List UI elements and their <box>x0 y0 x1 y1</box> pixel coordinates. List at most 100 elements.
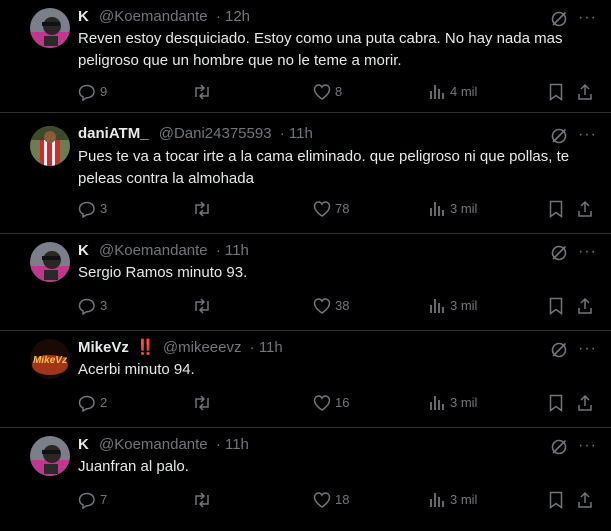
avatar[interactable]: MikeVz <box>30 339 70 379</box>
reply-button[interactable]: 7 <box>78 490 107 510</box>
view-count: 4 mil <box>450 84 478 99</box>
bookmark-button[interactable] <box>548 82 564 102</box>
user-handle[interactable]: @Dani24375593 <box>159 125 272 142</box>
bookmark-button[interactable] <box>548 296 564 316</box>
grok-icon[interactable] <box>550 438 568 456</box>
view-count: 3 mil <box>450 492 478 507</box>
like-icon <box>313 395 331 411</box>
reply-icon <box>78 298 95 315</box>
user-handle[interactable]: @Koemandante <box>99 242 208 259</box>
reply-button[interactable]: 9 <box>78 82 107 102</box>
badge-emoji: ‼️ <box>136 339 155 356</box>
avatar[interactable] <box>30 436 70 476</box>
tweet-4[interactable]: MikeVz MikeVz ‼️ @mikeeevz · 11h ··· Ace… <box>0 331 611 427</box>
like-count: 16 <box>335 395 350 410</box>
reply-button[interactable]: 3 <box>78 199 107 219</box>
views-button[interactable]: 4 mil <box>428 82 477 102</box>
grok-icon[interactable] <box>550 244 568 262</box>
like-button[interactable]: 78 <box>313 199 349 219</box>
views-button[interactable]: 3 mil <box>428 490 477 510</box>
user-handle[interactable]: @Koemandante <box>99 436 208 453</box>
timestamp[interactable]: · 11h <box>216 436 249 453</box>
tweet-text: Juanfran al palo. <box>78 458 189 475</box>
tweet-5[interactable]: K @Koemandante · 11h ··· Juanfran al pal… <box>0 428 611 531</box>
like-icon <box>313 201 331 217</box>
display-name[interactable]: K <box>78 242 89 259</box>
more-icon[interactable]: ··· <box>578 126 597 144</box>
retweet-button[interactable] <box>192 490 212 510</box>
tweet-3[interactable]: K @Koemandante · 11h ··· Sergio Ramos mi… <box>0 234 611 330</box>
share-icon <box>578 297 592 314</box>
avatar[interactable] <box>30 8 70 48</box>
user-handle[interactable]: @Koemandante <box>99 8 208 25</box>
reply-button[interactable]: 2 <box>78 393 107 413</box>
reply-count: 7 <box>100 492 108 507</box>
tweet-header: daniATM_ @Dani24375593 · 11h <box>78 124 313 144</box>
share-icon <box>578 200 592 217</box>
reply-icon <box>78 492 95 509</box>
retweet-button[interactable] <box>192 296 212 316</box>
share-button[interactable] <box>577 82 593 102</box>
more-icon[interactable]: ··· <box>578 243 597 261</box>
avatar[interactable] <box>30 242 70 282</box>
share-button[interactable] <box>577 296 593 316</box>
display-name[interactable]: MikeVz <box>78 339 129 356</box>
view-count: 3 mil <box>450 298 478 313</box>
display-name[interactable]: K <box>78 436 89 453</box>
retweet-button[interactable] <box>192 199 212 219</box>
bookmark-icon <box>549 491 563 509</box>
retweet-button[interactable] <box>192 393 212 413</box>
retweet-icon <box>195 298 209 314</box>
bookmark-icon <box>549 200 563 218</box>
timestamp[interactable]: · 11h <box>280 125 313 142</box>
avatar[interactable] <box>30 126 70 166</box>
grok-icon[interactable] <box>550 341 568 359</box>
share-icon <box>578 394 592 411</box>
tweet-header: K @Koemandante · 12h <box>78 7 250 27</box>
views-button[interactable]: 3 mil <box>428 296 477 316</box>
tweet-2[interactable]: daniATM_ @Dani24375593 · 11h ··· Pues te… <box>0 113 611 233</box>
avatar-logo-text: MikeVz <box>33 355 67 366</box>
user-handle[interactable]: @mikeeevz <box>163 339 242 356</box>
like-count: 78 <box>335 201 350 216</box>
grok-icon[interactable] <box>550 10 568 28</box>
retweet-icon <box>195 84 209 100</box>
like-button[interactable]: 8 <box>313 82 342 102</box>
more-icon[interactable]: ··· <box>578 9 597 27</box>
tweet-header: K @Koemandante · 11h <box>78 435 249 455</box>
like-icon <box>313 492 331 508</box>
timestamp[interactable]: · 11h <box>250 339 283 356</box>
views-icon <box>430 299 444 313</box>
display-name[interactable]: daniATM_ <box>78 125 149 142</box>
share-button[interactable] <box>577 199 593 219</box>
like-button[interactable]: 18 <box>313 490 349 510</box>
timestamp[interactable]: · 12h <box>216 8 250 25</box>
bookmark-icon <box>549 297 563 315</box>
views-button[interactable]: 3 mil <box>428 199 477 219</box>
bookmark-button[interactable] <box>548 393 564 413</box>
more-icon[interactable]: ··· <box>578 437 597 455</box>
views-icon <box>430 493 444 507</box>
tweet-header: K @Koemandante · 11h <box>78 241 249 261</box>
share-button[interactable] <box>577 490 593 510</box>
bookmark-icon <box>549 394 563 412</box>
views-icon <box>430 85 444 99</box>
display-name[interactable]: K <box>78 8 89 25</box>
like-button[interactable]: 38 <box>313 296 349 316</box>
bookmark-icon <box>549 83 563 101</box>
views-icon <box>430 202 444 216</box>
grok-icon[interactable] <box>550 127 568 145</box>
like-button[interactable]: 16 <box>313 393 349 413</box>
retweet-button[interactable] <box>192 82 212 102</box>
share-button[interactable] <box>577 393 593 413</box>
reply-button[interactable]: 3 <box>78 296 107 316</box>
reply-count: 3 <box>100 298 108 313</box>
bookmark-button[interactable] <box>548 490 564 510</box>
like-count: 8 <box>335 84 343 99</box>
tweet-1[interactable]: K @Koemandante · 12h ··· Reven estoy des… <box>0 0 611 112</box>
timestamp[interactable]: · 11h <box>216 242 249 259</box>
bookmark-button[interactable] <box>548 199 564 219</box>
views-button[interactable]: 3 mil <box>428 393 477 413</box>
retweet-icon <box>195 395 209 411</box>
more-icon[interactable]: ··· <box>578 340 597 358</box>
